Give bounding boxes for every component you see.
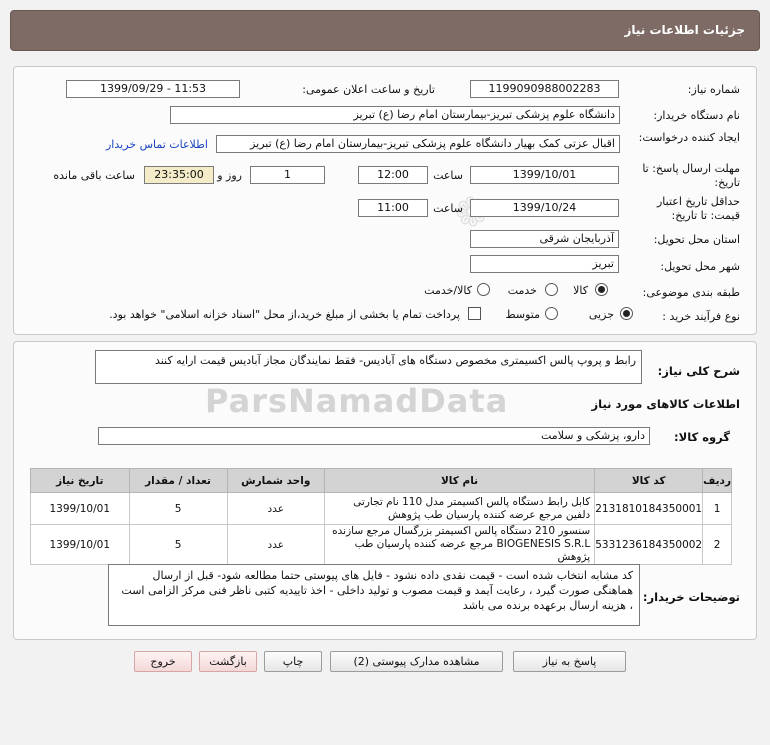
- attachments-button[interactable]: مشاهده مدارک پیوستی (2): [330, 651, 503, 672]
- print-button[interactable]: چاپ: [264, 651, 322, 672]
- need-number-field: 1199090988002283: [470, 80, 619, 98]
- process-label: نوع فرآیند خرید :: [662, 310, 740, 323]
- deadline-time-label: ساعت: [433, 169, 463, 182]
- table-row: 1 2131810184350001 کابل رابط دستگاه پالس…: [30, 492, 732, 525]
- items-info-title: اطلاعات کالاهای مورد نیاز: [591, 397, 740, 411]
- remaining-time-field: 23:35:00: [144, 166, 214, 184]
- group-field: دارو، پزشکی و سلامت: [98, 427, 650, 445]
- deadline-date-field: 1399/10/01: [470, 166, 619, 184]
- row-code: 2131810184350001: [594, 492, 704, 525]
- deadline-time-field: 12:00: [358, 166, 428, 184]
- days-field: 1: [250, 166, 325, 184]
- category-goods-label: کالا: [573, 284, 588, 297]
- row-date: 1399/10/01: [30, 524, 130, 565]
- row-index: 1: [702, 492, 732, 525]
- col-unit: واحد شمارش: [226, 468, 325, 493]
- creator-label: ایجاد کننده درخواست:: [638, 131, 740, 144]
- row-index: 2: [702, 524, 732, 565]
- buyer-notes-box: کد مشابه انتخاب شده است - قیمت نقدی داده…: [108, 564, 640, 626]
- row-name: سنسور 210 دستگاه پالس اکسیمتر بزرگسال مر…: [323, 524, 596, 565]
- category-goods-service-label: کالا/خدمت: [424, 284, 472, 297]
- city-field: تبریز: [470, 255, 619, 273]
- category-radio-goods-service[interactable]: [477, 283, 490, 296]
- province-field: آذربایجان شرقی: [470, 230, 619, 248]
- col-code: کد کالا: [594, 468, 704, 493]
- process-radio-medium[interactable]: [545, 307, 558, 320]
- exit-button[interactable]: خروج: [134, 651, 192, 672]
- days-label: روز و: [217, 169, 242, 182]
- remaining-label: ساعت باقی مانده: [53, 169, 135, 182]
- col-qty: تعداد / مقدار: [128, 468, 228, 493]
- description-label: شرح کلی نیاز:: [657, 364, 740, 378]
- category-label: طبقه بندی موضوعی:: [642, 286, 740, 299]
- validity-date-field: 1399/10/24: [470, 199, 619, 217]
- group-label: گروه کالا:: [674, 430, 730, 444]
- buyer-org-field: دانشگاه علوم پزشکی تبریز-بیمارستان امام …: [170, 106, 620, 124]
- process-radio-minor[interactable]: [620, 307, 633, 320]
- row-code: 5331236184350002: [594, 524, 704, 565]
- creator-field: اقبال عزتی کمک بهیار دانشگاه علوم پزشکی …: [216, 135, 620, 153]
- col-name: نام کالا: [323, 468, 596, 493]
- reply-button[interactable]: پاسخ به نیاز: [513, 651, 626, 672]
- description-box: رابط و پروپ پالس اکسیمتری مخصوص دستگاه ه…: [95, 350, 642, 384]
- process-minor-label: جزیی: [588, 308, 614, 321]
- validity-time-label: ساعت: [433, 202, 463, 215]
- announce-field: 1399/09/29 - 11:53: [66, 80, 240, 98]
- buyer-notes-label: توضیحات خریدار:: [642, 590, 740, 604]
- table-row: 2 5331236184350002 سنسور 210 دستگاه پالس…: [30, 524, 732, 565]
- contact-buyer-link[interactable]: اطلاعات تماس خریدار: [106, 138, 208, 151]
- category-radio-service[interactable]: [545, 283, 558, 296]
- process-medium-label: متوسط: [505, 308, 540, 321]
- category-service-label: خدمت: [507, 284, 537, 297]
- row-date: 1399/10/01: [30, 492, 130, 525]
- city-label: شهر محل تحویل:: [660, 260, 740, 273]
- row-unit: عدد: [226, 524, 325, 565]
- category-radio-goods[interactable]: [595, 283, 608, 296]
- announce-label: تاریخ و ساعت اعلان عمومی:: [302, 83, 435, 96]
- treasury-payment-note: پرداخت تمام یا بخشی از مبلغ خرید،از محل …: [109, 308, 460, 321]
- col-index: ردیف: [702, 468, 732, 493]
- back-button[interactable]: بازگشت: [199, 651, 257, 672]
- treasury-payment-checkbox[interactable]: [468, 307, 481, 320]
- row-unit: عدد: [226, 492, 325, 525]
- items-table: ردیف کد کالا نام کالا واحد شمارش تعداد /…: [30, 468, 732, 565]
- row-qty: 5: [128, 524, 228, 565]
- row-name: کابل رابط دستگاه پالس اکسیمتر مدل 110 نا…: [323, 492, 596, 525]
- need-number-label: شماره نیاز:: [687, 83, 740, 96]
- validity-label: حداقل تاریخ اعتبار قیمت: تا تاریخ:: [656, 195, 740, 222]
- row-qty: 5: [128, 492, 228, 525]
- validity-time-field: 11:00: [358, 199, 428, 217]
- buyer-org-label: نام دستگاه خریدار:: [653, 109, 740, 122]
- col-date: تاریخ نیاز: [30, 468, 130, 493]
- deadline-label: مهلت ارسال پاسخ: تا تاریخ:: [642, 162, 740, 189]
- page-title: جزئیات اطلاعات نیاز: [624, 23, 745, 37]
- header-bar: جزئیات اطلاعات نیاز: [10, 10, 760, 51]
- province-label: استان محل تحویل:: [653, 233, 740, 246]
